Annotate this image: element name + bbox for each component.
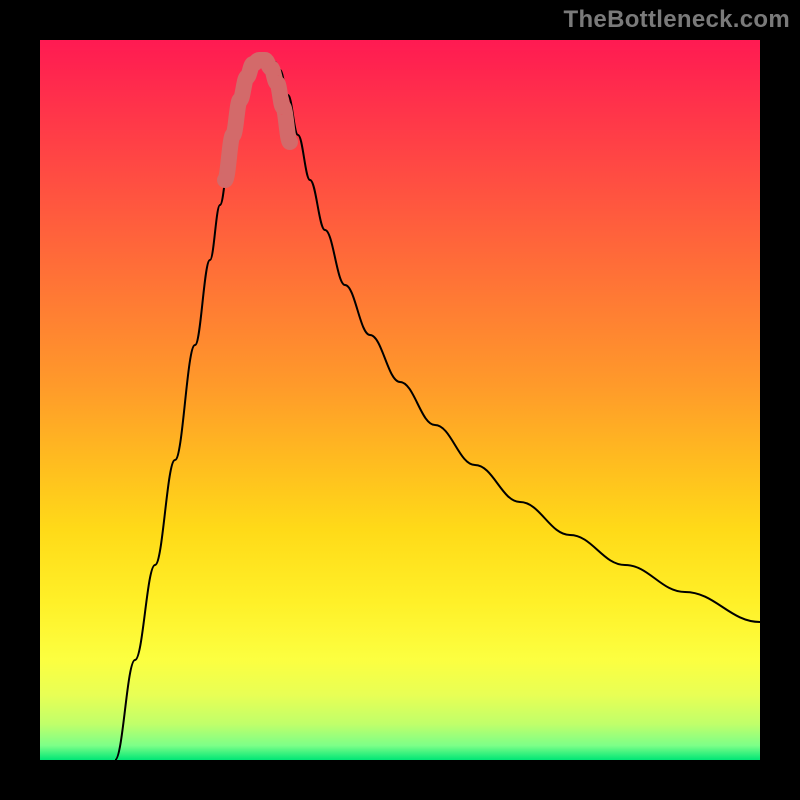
- chart-frame: TheBottleneck.com: [0, 0, 800, 800]
- watermark-text: TheBottleneck.com: [564, 6, 790, 34]
- highlight-segment: [225, 60, 290, 180]
- plot-area: [40, 40, 760, 760]
- bottleneck-curve: [115, 58, 760, 760]
- curve-svg: [40, 40, 760, 760]
